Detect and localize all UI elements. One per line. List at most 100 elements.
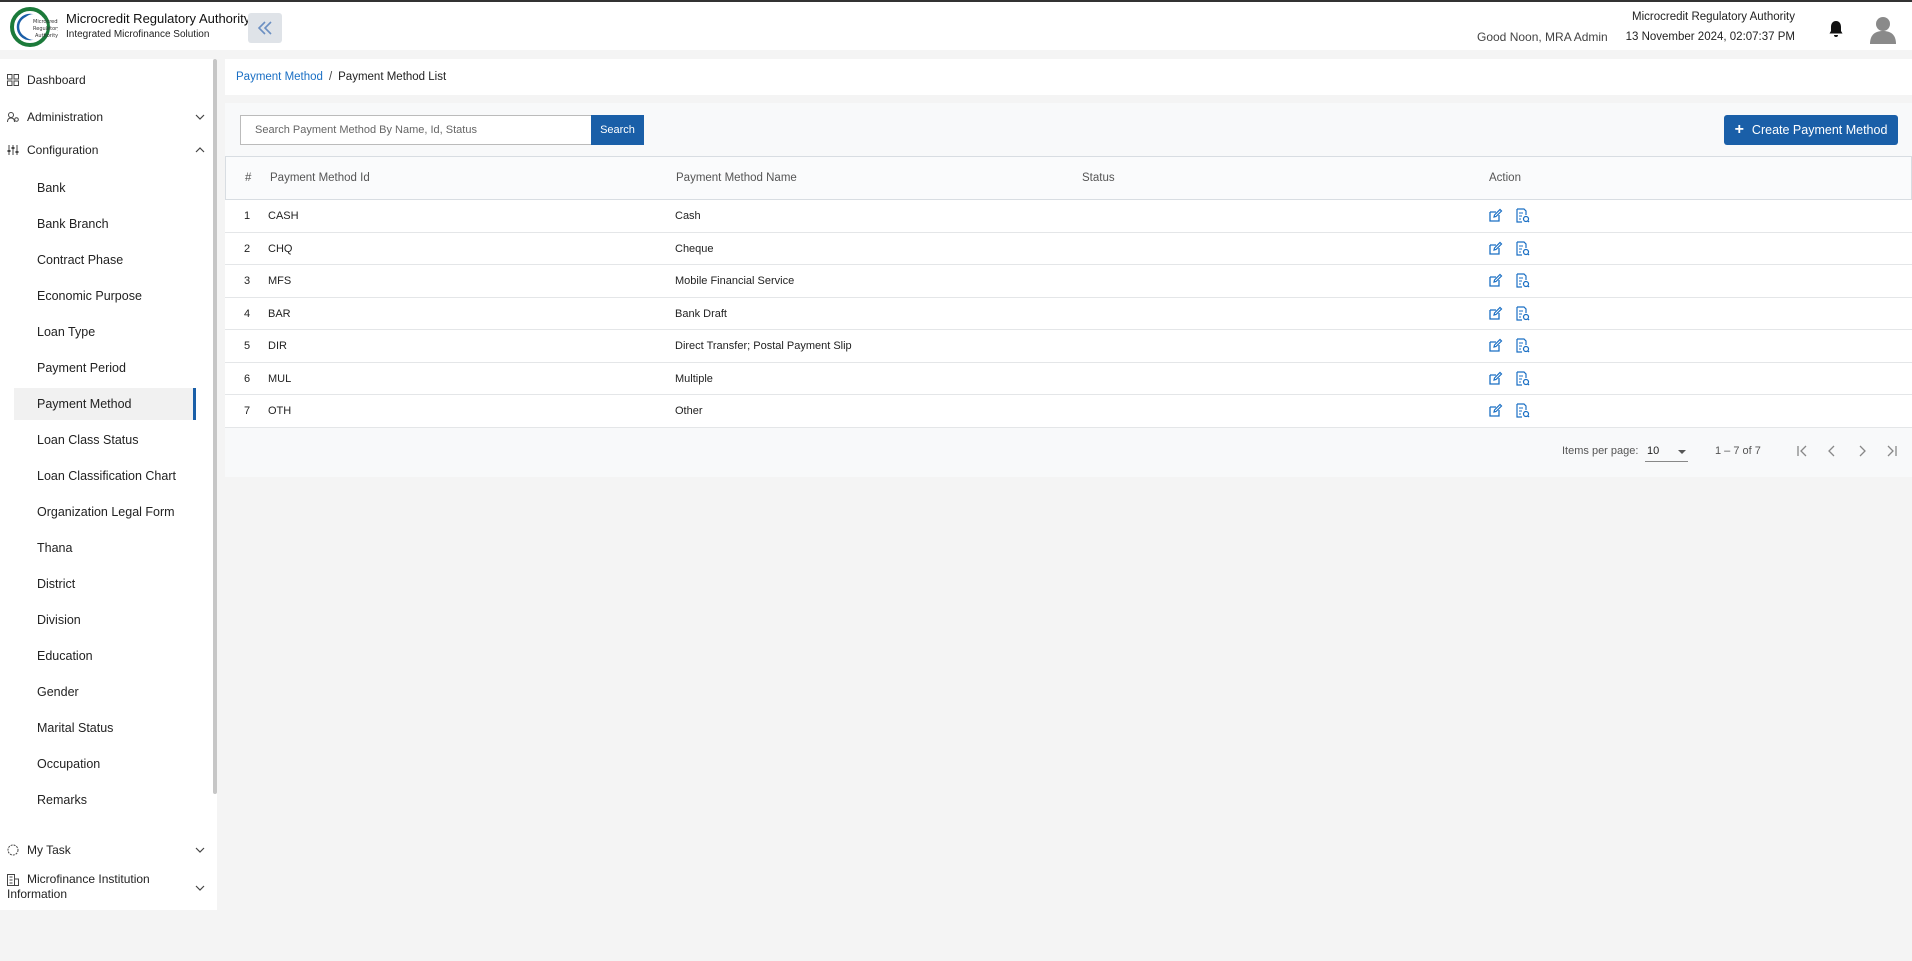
sidebar-item-payment-period[interactable]: Payment Period	[14, 352, 196, 384]
table-header: # Payment Method Id Payment Method Name …	[225, 156, 1912, 200]
table-body: 1 CASH Cash 2 CHQ Cheque 3 MFS Mobile Financial …	[225, 200, 1912, 428]
payment-method-id: CASH	[268, 210, 299, 222]
edit-icon[interactable]	[1488, 273, 1503, 288]
view-details-icon[interactable]	[1515, 208, 1530, 223]
sidebar-item-loan-type[interactable]: Loan Type	[14, 316, 196, 348]
mra-logo: Microcredit Regulatory Authority	[10, 7, 58, 47]
chevron-down-icon	[195, 114, 205, 120]
row-number: 7	[244, 405, 251, 417]
main-panel: Search + Create Payment Method # Payment…	[225, 103, 1912, 477]
sidebar-item-my-task[interactable]: My Task	[0, 835, 210, 865]
search-input[interactable]	[240, 115, 592, 145]
breadcrumb-current: Payment Method List	[338, 71, 447, 83]
bell-icon[interactable]	[1828, 20, 1844, 38]
sidebar-item-mfi-information[interactable]: Microfinance Institution Information	[0, 870, 210, 906]
edit-icon[interactable]	[1488, 338, 1503, 353]
table-row: 7 OTH Other	[225, 395, 1912, 428]
view-details-icon[interactable]	[1515, 273, 1530, 288]
view-details-icon[interactable]	[1515, 240, 1530, 256]
edit-icon[interactable]	[1488, 403, 1503, 418]
first-page-button[interactable]	[1792, 441, 1812, 461]
table-row: 5 DIR Direct Transfer; Postal Payment Slip	[225, 330, 1912, 363]
create-payment-method-button[interactable]: + Create Payment Method	[1724, 115, 1898, 145]
view-details-icon[interactable]	[1515, 305, 1530, 321]
header-payment-method-id: Payment Method Id	[270, 172, 370, 184]
sidebar-item-configuration[interactable]: Configuration	[0, 135, 210, 165]
plus-icon: +	[1734, 121, 1744, 138]
sidebar-collapse-button[interactable]	[248, 13, 282, 43]
sidebar-item-label: Division	[37, 613, 81, 627]
edit-icon[interactable]	[1488, 306, 1503, 321]
sidebar-item-education[interactable]: Education	[14, 640, 196, 672]
search-button[interactable]: Search	[591, 115, 644, 145]
org-name: Microcredit Regulatory Authority	[1632, 11, 1795, 23]
sidebar-item-label: Contract Phase	[37, 253, 124, 267]
sidebar-item-loan-classification-chart[interactable]: Loan Classification Chart	[14, 460, 196, 492]
items-per-page-select[interactable]: 10	[1645, 440, 1688, 462]
table-row: 6 MUL Multiple	[225, 362, 1912, 395]
payment-method-id: OTH	[268, 405, 292, 417]
sidebar-item-contract-phase[interactable]: Contract Phase	[14, 244, 196, 276]
sidebar-item-label: Remarks	[37, 793, 88, 807]
sidebar-item-remarks[interactable]: Remarks	[14, 784, 196, 816]
breadcrumb: Payment Method / Payment Method List	[225, 59, 1912, 95]
grid-icon	[7, 74, 19, 86]
chevron-left-icon	[1828, 445, 1835, 457]
sidebar-scrollbar[interactable]	[213, 59, 217, 794]
chevron-down-icon	[195, 847, 205, 853]
sidebar-item-label: District	[37, 577, 76, 591]
greeting-text: Good Noon, MRA Admin	[1477, 30, 1608, 44]
payment-method-name: Cash	[675, 210, 701, 222]
row-number: 1	[244, 210, 251, 222]
chevron-up-icon	[195, 147, 205, 153]
payment-method-name: Bank Draft	[675, 307, 727, 320]
payment-method-id: CHQ	[268, 242, 293, 255]
sidebar-item-economic-purpose[interactable]: Economic Purpose	[14, 280, 196, 312]
header-payment-method-name: Payment Method Name	[676, 172, 797, 184]
edit-icon[interactable]	[1488, 208, 1503, 223]
header-action: Action	[1489, 172, 1521, 184]
previous-page-button[interactable]	[1822, 441, 1842, 461]
sidebar-item-bank[interactable]: Bank	[14, 172, 196, 204]
view-details-icon[interactable]	[1515, 403, 1530, 418]
next-page-button[interactable]	[1852, 441, 1872, 461]
app-subtitle: Integrated Microfinance Solution	[66, 29, 210, 40]
view-details-icon[interactable]	[1515, 338, 1530, 353]
sidebar-item-organization-legal-form[interactable]: Organization Legal Form	[14, 496, 196, 528]
payment-method-id: DIR	[268, 340, 287, 352]
sidebar-item-loan-class-status[interactable]: Loan Class Status	[14, 424, 196, 456]
last-page-button[interactable]	[1882, 441, 1902, 461]
sidebar-item-occupation[interactable]: Occupation	[14, 748, 196, 780]
sidebar-item-bank-branch[interactable]: Bank Branch	[14, 208, 196, 240]
sidebar-item-administration[interactable]: Administration	[0, 102, 210, 132]
user-avatar-icon[interactable]	[1868, 14, 1898, 44]
sidebar-item-label: Education	[37, 649, 93, 663]
view-details-icon[interactable]	[1515, 370, 1530, 386]
sidebar-item-thana[interactable]: Thana	[14, 532, 196, 564]
row-actions	[1488, 273, 1530, 288]
sidebar-item-payment-method[interactable]: Payment Method	[14, 388, 196, 420]
edit-icon[interactable]	[1488, 371, 1503, 386]
svg-text:Regulatory: Regulatory	[33, 26, 58, 32]
payment-method-id: MUL	[268, 372, 292, 385]
row-number: 3	[244, 275, 251, 287]
sidebar-item-division[interactable]: Division	[14, 604, 196, 636]
edit-icon[interactable]	[1488, 241, 1503, 256]
create-button-label: Create Payment Method	[1751, 123, 1888, 137]
breadcrumb-payment-method-link[interactable]: Payment Method	[236, 71, 323, 83]
sidebar-item-gender[interactable]: Gender	[14, 676, 196, 708]
sliders-icon	[7, 145, 19, 155]
sidebar-item-label: Administration	[27, 110, 104, 124]
sidebar-item-label: Payment Method	[37, 397, 132, 411]
sidebar-item-dashboard[interactable]: Dashboard	[0, 65, 210, 95]
paginator: Items per page: 10 1 – 7 of 7	[225, 430, 1912, 474]
table-row: 3 MFS Mobile Financial Service	[225, 265, 1912, 298]
sidebar-item-label: Loan Class Status	[37, 433, 139, 447]
sidebar-item-marital-status[interactable]: Marital Status	[14, 712, 196, 744]
payment-method-name: Multiple	[675, 372, 713, 385]
admin-icon	[7, 112, 19, 123]
payment-method-id: BAR	[268, 307, 291, 320]
sidebar-item-district[interactable]: District	[14, 568, 196, 600]
row-actions	[1488, 208, 1530, 223]
payment-method-id: MFS	[268, 275, 292, 287]
